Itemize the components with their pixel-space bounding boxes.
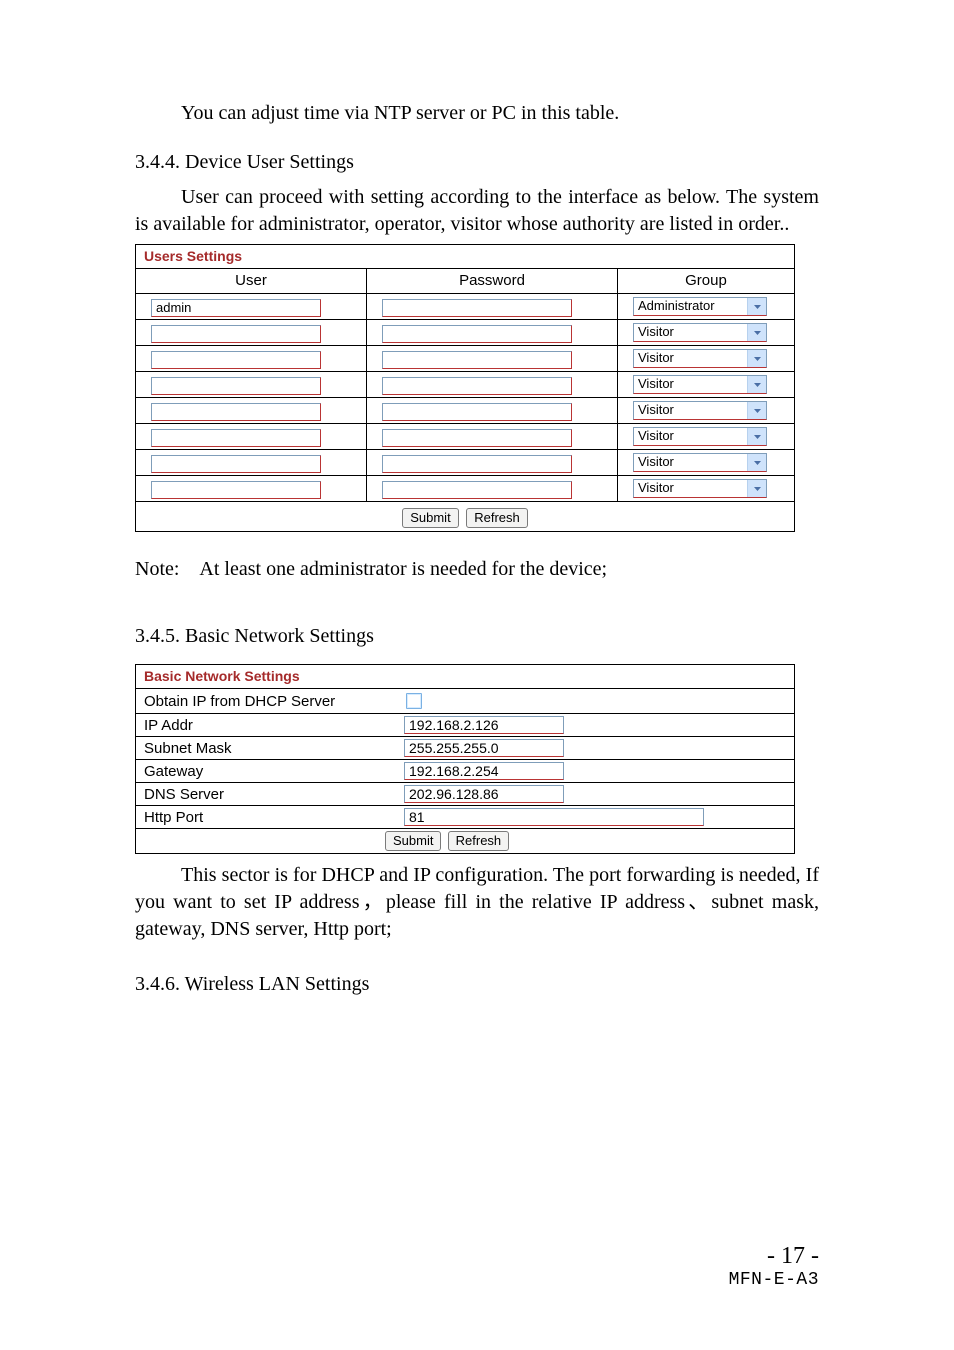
subnet-mask-field[interactable] [404, 739, 564, 757]
chevron-down-icon [747, 324, 766, 341]
user-field[interactable] [151, 481, 321, 499]
users-head-group: Group [618, 269, 795, 294]
user-field[interactable] [151, 403, 321, 421]
users-head-password: Password [367, 269, 618, 294]
dhcp-checkbox[interactable] [406, 693, 422, 709]
group-value: Visitor [638, 350, 674, 365]
table-row: Visitor [136, 476, 794, 502]
password-field[interactable] [382, 429, 572, 447]
group-value: Visitor [638, 428, 674, 443]
table-row: Visitor [136, 450, 794, 476]
dhcp-paragraph: This sector is for DHCP and IP configura… [135, 862, 819, 943]
group-value: Administrator [638, 298, 715, 313]
group-select[interactable]: Visitor [633, 375, 767, 394]
group-value: Visitor [638, 324, 674, 339]
users-table: User Password Group Administrator Visito… [136, 268, 794, 501]
user-field[interactable] [151, 429, 321, 447]
mask-label: Subnet Mask [136, 737, 396, 760]
users-table-header: User Password Group [136, 269, 794, 294]
users-button-row: Submit Refresh [136, 501, 794, 531]
user-settings-desc: User can proceed with setting according … [135, 184, 819, 238]
table-row: Administrator [136, 294, 794, 320]
table-row: Visitor [136, 320, 794, 346]
group-select[interactable]: Visitor [633, 323, 767, 342]
password-field[interactable] [382, 403, 572, 421]
users-head-user: User [136, 269, 367, 294]
submit-button[interactable]: Submit [402, 508, 458, 528]
chevron-down-icon [747, 402, 766, 419]
password-field[interactable] [382, 351, 572, 369]
password-field[interactable] [382, 481, 572, 499]
user-field[interactable] [151, 377, 321, 395]
table-row: Http Port [136, 806, 794, 829]
table-row: DNS Server [136, 783, 794, 806]
network-table: Obtain IP from DHCP Server IP Addr Subne… [136, 688, 794, 853]
group-select[interactable]: Visitor [633, 401, 767, 420]
group-value: Visitor [638, 376, 674, 391]
table-row: Visitor [136, 424, 794, 450]
chevron-down-icon [747, 376, 766, 393]
password-field[interactable] [382, 455, 572, 473]
chevron-down-icon [747, 480, 766, 497]
chevron-down-icon [747, 350, 766, 367]
users-settings-panel: Users Settings User Password Group Admin… [135, 244, 795, 532]
table-row: Subnet Mask [136, 737, 794, 760]
ip-label: IP Addr [136, 714, 396, 737]
page-footer: - 17 - MFN-E-A3 [729, 1243, 819, 1290]
table-row: Visitor [136, 398, 794, 424]
http-port-label: Http Port [136, 806, 396, 829]
ip-field[interactable] [404, 716, 564, 734]
user-field[interactable] [151, 351, 321, 369]
group-value: Visitor [638, 402, 674, 417]
table-row: IP Addr [136, 714, 794, 737]
chevron-down-icon [747, 454, 766, 471]
table-row: Visitor [136, 372, 794, 398]
admin-note: Note: At least one administrator is need… [135, 556, 819, 583]
dns-label: DNS Server [136, 783, 396, 806]
section-345-heading: 3.4.5. Basic Network Settings [135, 623, 819, 650]
refresh-button[interactable]: Refresh [466, 508, 528, 528]
dhcp-label: Obtain IP from DHCP Server [136, 689, 396, 714]
table-row: Obtain IP from DHCP Server [136, 689, 794, 714]
chevron-down-icon [747, 298, 766, 315]
gateway-label: Gateway [136, 760, 396, 783]
refresh-button[interactable]: Refresh [448, 831, 510, 851]
doc-code: MFN-E-A3 [729, 1270, 819, 1290]
dns-field[interactable] [404, 785, 564, 803]
password-field[interactable] [382, 377, 572, 395]
page-number: - 17 - [729, 1243, 819, 1270]
network-settings-panel: Basic Network Settings Obtain IP from DH… [135, 664, 795, 854]
table-row: Gateway [136, 760, 794, 783]
http-port-field[interactable] [404, 808, 704, 826]
user-field[interactable] [151, 325, 321, 343]
submit-button[interactable]: Submit [385, 831, 441, 851]
network-button-row: Submit Refresh [136, 829, 794, 854]
password-field[interactable] [382, 299, 572, 317]
password-field[interactable] [382, 325, 572, 343]
user-field[interactable] [151, 455, 321, 473]
chevron-down-icon [747, 428, 766, 445]
network-settings-title: Basic Network Settings [136, 665, 794, 688]
group-value: Visitor [638, 454, 674, 469]
group-select[interactable]: Visitor [633, 349, 767, 368]
table-row: Visitor [136, 346, 794, 372]
group-select[interactable]: Visitor [633, 427, 767, 446]
section-346-heading: 3.4.6. Wireless LAN Settings [135, 971, 819, 998]
gateway-field[interactable] [404, 762, 564, 780]
group-select[interactable]: Administrator [633, 297, 767, 316]
group-value: Visitor [638, 480, 674, 495]
section-344-heading: 3.4.4. Device User Settings [135, 149, 819, 176]
users-settings-title: Users Settings [136, 245, 794, 268]
ntp-paragraph: You can adjust time via NTP server or PC… [135, 100, 819, 127]
group-select[interactable]: Visitor [633, 479, 767, 498]
group-select[interactable]: Visitor [633, 453, 767, 472]
user-field[interactable] [151, 299, 321, 317]
